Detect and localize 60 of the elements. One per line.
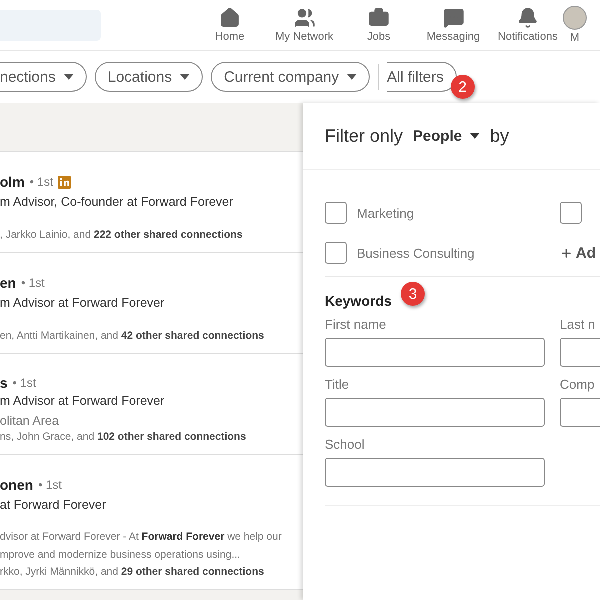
step-badge: 3: [401, 282, 425, 306]
add-button[interactable]: Ad: [560, 242, 600, 264]
input-field[interactable]: [325, 398, 545, 427]
person-location: olitan Area: [0, 413, 60, 430]
input-field[interactable]: [325, 338, 545, 367]
nav-label[interactable]: Messaging: [426, 31, 480, 43]
person-headline: m Advisor, Co-founder at Forward Forever: [0, 194, 234, 211]
shared-connections[interactable]: ns, John Grace, and 102 other shared connections: [0, 431, 303, 443]
field-label: Last n: [560, 317, 596, 332]
home-icon[interactable]: [219, 7, 241, 29]
caret-icon: [470, 133, 480, 139]
person-name[interactable]: onen: [0, 477, 34, 493]
section-title: Keywords: [325, 293, 392, 309]
shared-connections[interactable]: , Jarkko Lainio, and 222 other shared connections: [0, 229, 303, 241]
field-label: School: [325, 437, 366, 452]
connection-degree: • 1st: [30, 175, 54, 189]
checkbox[interactable]: [325, 242, 347, 264]
nav-label[interactable]: M: [570, 32, 580, 44]
person-name[interactable]: olm: [0, 174, 25, 190]
field-label: Title: [325, 377, 350, 392]
checkbox-label[interactable]: Business Consulting: [357, 246, 475, 260]
summary-snippet: dvisor at Forward Forever - At Forward Forever we help our: [0, 531, 282, 543]
person-headline: at Forward Forever: [0, 497, 108, 514]
filter-dropdown[interactable]: nections: [0, 62, 87, 92]
briefcase-icon[interactable]: [368, 7, 390, 29]
person-headline: m Advisor at Forward Forever: [0, 295, 166, 312]
plus-icon: [560, 246, 573, 260]
nav-label[interactable]: Notifications: [498, 31, 558, 43]
chat-bubble-icon[interactable]: [442, 7, 464, 29]
connection-degree: • 1st: [21, 276, 45, 290]
person-headline: m Advisor at Forward Forever: [0, 393, 166, 410]
bell-icon[interactable]: [517, 7, 539, 29]
caret-icon: [347, 74, 358, 80]
nav-label[interactable]: Jobs: [367, 31, 391, 43]
connection-degree: • 1st: [38, 478, 62, 492]
shared-connections[interactable]: en, Antti Martikainen, and 42 other shared connections: [0, 330, 303, 342]
caret-icon: [180, 74, 190, 80]
checkbox-label[interactable]: Marketing: [357, 206, 414, 220]
person-name[interactable]: en: [0, 275, 16, 291]
avatar-icon[interactable]: [563, 6, 587, 30]
all-filters-button[interactable]: All filters: [387, 62, 457, 92]
filter-dropdown[interactable]: Current company: [211, 62, 370, 92]
checkbox[interactable]: [560, 202, 582, 224]
filter-dropdown[interactable]: Locations: [94, 62, 204, 92]
people-icon[interactable]: [294, 7, 316, 29]
person-name[interactable]: s: [0, 374, 8, 390]
input-field[interactable]: [325, 458, 545, 487]
nav-label[interactable]: My Network: [275, 31, 334, 43]
connection-degree: • 1st: [12, 376, 36, 390]
summary-snippet: mprove and modernize business operations using...: [0, 549, 240, 561]
field-label: First name: [325, 317, 388, 332]
caret-icon: [64, 74, 74, 80]
checkbox[interactable]: [325, 202, 347, 224]
type-dropdown[interactable]: People: [413, 128, 480, 144]
filter-title: by: [490, 126, 510, 146]
nav-label[interactable]: Home: [215, 31, 245, 43]
filter-title: Filter only: [325, 126, 404, 146]
step-badge: 2: [450, 75, 475, 99]
field-label: Comp: [560, 377, 596, 392]
shared-connections[interactable]: rkko, Jyrki Männikkö, and 29 other shared connections: [0, 566, 303, 578]
